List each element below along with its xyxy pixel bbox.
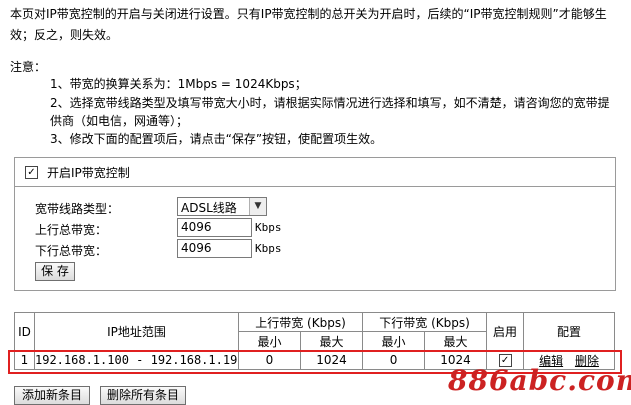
notes-title: 注意： <box>10 60 47 74</box>
downlink-unit: Kbps <box>255 242 282 255</box>
header-ip-range: IP地址范围 <box>34 312 239 351</box>
panel-header: ✓ 开启IP带宽控制 <box>15 158 615 187</box>
watermark: 886abc.com <box>448 364 631 397</box>
header-config: 配置 <box>523 312 616 351</box>
note-item: 2、选择宽带线路类型及填写带宽大小时，请根据实际情况进行选择和填写，如不清楚，请… <box>50 96 610 128</box>
add-entry-button[interactable]: 添加新条目 <box>14 386 90 405</box>
enable-checkbox[interactable]: ✓ <box>25 166 38 179</box>
header-enable: 启用 <box>486 312 525 351</box>
bandwidth-control-panel: ✓ 开启IP带宽控制 宽带线路类型： ADSL线路 ▼ 上行总带宽： 4096 … <box>14 157 616 291</box>
header-up-min: 最小 <box>238 331 301 351</box>
save-button[interactable]: 保 存 <box>35 262 75 281</box>
table-header-row: ID IP地址范围 上行带宽 (Kbps) 下行带宽 (Kbps) 启用 配置 <box>14 312 616 351</box>
header-downlink: 下行带宽 (Kbps) <box>362 312 488 332</box>
intro-text: 本页对IP带宽控制的开启与关闭进行设置。只有IP带宽控制的总开关为开启时，后续的… <box>10 7 607 42</box>
downlink-label: 下行总带宽： <box>35 244 108 258</box>
header-down-max: 最大 <box>424 331 488 351</box>
header-up-max: 最大 <box>299 331 364 351</box>
downlink-input[interactable]: 4096 <box>177 239 252 258</box>
uplink-unit: Kbps <box>255 221 282 234</box>
line-type-label: 宽带线路类型： <box>35 202 120 216</box>
line-type-select[interactable]: ADSL线路 ▼ <box>177 197 267 216</box>
delete-all-button[interactable]: 删除所有条目 <box>100 386 186 405</box>
header-uplink: 上行带宽 (Kbps) <box>237 312 364 332</box>
line-type-value: ADSL线路 <box>181 201 237 215</box>
uplink-input[interactable]: 4096 <box>177 218 252 237</box>
uplink-label: 上行总带宽： <box>35 223 108 237</box>
chevron-down-icon[interactable]: ▼ <box>249 198 266 215</box>
header-down-min: 最小 <box>362 331 426 351</box>
note-item: 3、修改下面的配置项后，请点击“保存”按钮，使配置项生效。 <box>50 132 383 146</box>
note-item: 1、带宽的换算关系为：1Mbps = 1024Kbps； <box>50 77 307 91</box>
enable-label: 开启IP带宽控制 <box>47 166 130 180</box>
header-id: ID <box>14 312 35 351</box>
